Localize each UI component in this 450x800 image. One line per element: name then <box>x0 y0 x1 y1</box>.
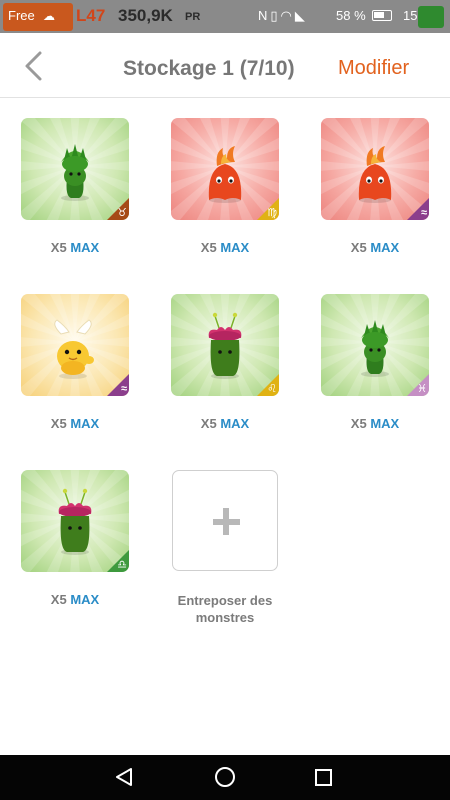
green-leafy-monster-icon <box>321 294 429 396</box>
green-leafy-monster-icon <box>21 118 129 220</box>
edit-button[interactable]: Modifier <box>338 57 409 80</box>
battery-icon <box>372 10 392 21</box>
monster-slot-green-leafy[interactable]: ♓ <box>321 294 429 396</box>
notification-chip <box>418 6 444 28</box>
monster-slot-flower-bulb[interactable]: ♌ <box>171 294 279 396</box>
slot-label: X5 MAX <box>350 240 400 255</box>
chevron-left-icon <box>25 51 42 81</box>
slot-label: X5 MAX <box>50 592 100 607</box>
slot-label: X5 MAX <box>50 416 100 431</box>
slot-label: X5 MAX <box>350 416 400 431</box>
back-button[interactable] <box>20 50 50 82</box>
monster-slot-flower-bulb[interactable]: ♎ <box>21 470 129 572</box>
kamas-label: 350,9K <box>118 6 173 25</box>
monster-slot-green-leafy[interactable]: ♉ <box>21 118 129 220</box>
wifi-icon: ◠ <box>280 8 295 23</box>
vibrate-icon: ▯ <box>270 8 281 23</box>
fire-blob-monster-icon <box>321 118 429 220</box>
cloud-icon: ☁ <box>43 9 55 23</box>
level-label: L47 <box>76 6 106 25</box>
nfc-icon: N <box>258 8 271 23</box>
page-title: Stockage 1 (7/10) <box>123 57 295 80</box>
navigation-bar <box>0 755 450 800</box>
monster-slot-fire-blob[interactable]: ♍ <box>171 118 279 220</box>
add-monster-label: Entreposer des monstres <box>177 593 273 625</box>
battery-percent: 58 % <box>336 8 366 23</box>
slot-label: X5 MAX <box>200 240 250 255</box>
system-icons: N▯◠◣ <box>258 8 308 24</box>
signal-icon: ◣ <box>294 8 308 23</box>
yellow-angel-monster-icon <box>21 294 129 396</box>
kamas-suffix: PR <box>185 11 201 23</box>
nav-back-icon[interactable] <box>114 767 134 787</box>
nav-recent-icon[interactable] <box>315 769 332 786</box>
monster-slot-fire-blob[interactable]: ≈ <box>321 118 429 220</box>
flower-bulb-monster-icon <box>171 294 279 396</box>
carrier-label: Free <box>8 8 35 23</box>
slot-label: X5 MAX <box>200 416 250 431</box>
flower-bulb-monster-icon <box>21 470 129 572</box>
add-monster-button[interactable] <box>172 470 278 571</box>
monster-slot-yellow-angel[interactable]: ≈ <box>21 294 129 396</box>
status-bar: Free ☁ L47 350,9K PR N▯◠◣ 58 % 15:16 <box>0 0 450 33</box>
header: Stockage 1 (7/10) Modifier <box>0 33 450 98</box>
nav-home-icon[interactable] <box>214 766 236 788</box>
fire-blob-monster-icon <box>171 118 279 220</box>
slot-label: X5 MAX <box>50 240 100 255</box>
